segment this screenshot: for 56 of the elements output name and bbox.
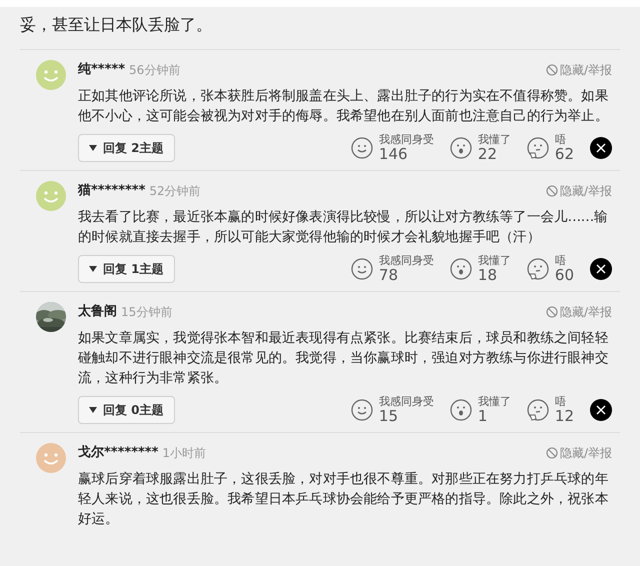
dropdown-triangle-icon [89,145,97,151]
smile-face-icon [350,258,373,280]
x-logo-icon [596,405,606,415]
reaction-count: 62 [554,147,574,162]
surprised-face-icon [450,399,472,421]
reaction-label[interactable]: 唔 [554,134,574,145]
reaction-label[interactable]: 我懂了 [478,396,511,407]
reaction-label[interactable]: 我感同身受 [378,255,434,266]
reaction-label[interactable]: 我懂了 [478,255,511,266]
block-icon [546,64,558,76]
reaction-count: 1 [478,409,488,424]
x-share-button[interactable] [590,258,612,280]
username[interactable]: 太鲁阁 [78,302,117,322]
comment-text: 赢球后穿着球服露出肚子，这很丢脸，对对手也很不尊重。对那些正在努力打乒乓球的年轻人来说，这也很丢脸。我希望日本乒乓球协会能给予更严格的指导。除此之外，祝张本好运。 [78,470,610,529]
username[interactable]: 戈尔******** [78,443,158,463]
comment-time: 1小时前 [162,445,206,462]
reaction-label[interactable]: 唔 [554,396,574,407]
smile-face-icon [350,137,373,159]
comment-text: 我去看了比赛，最近张本赢的时候好像表演得比较慢，所以让对方教练等了一会儿……输的时候就直接去握手，所以可能大家觉得他输的时候才会礼貌地握手吧（汗） [78,208,608,247]
reply-button[interactable]: 回复 2主题 [78,134,175,162]
smile-face-icon [350,399,373,421]
username[interactable]: 纯***** [78,60,125,80]
comment-time: 56分钟前 [129,62,180,79]
comment-time: 15分钟前 [121,304,172,321]
username[interactable]: 猫******** [78,181,146,201]
reaction-count: 78 [378,268,399,283]
comment-text: 正如其他评论所说，张本获胜后将制服盖在头上、露出肚子的行为实在不值得称赞。如果他不小心，这可能会被视为对对手的侮辱。我希望他在别人面前也注意自己的行为举止。 [78,87,610,126]
thinking-face-icon [526,137,549,159]
reaction-label[interactable]: 我感同身受 [378,396,434,407]
dropdown-triangle-icon [89,407,97,413]
reply-button[interactable]: 回复 0主题 [78,396,175,424]
block-icon [546,447,558,459]
reaction-label[interactable]: 唔 [554,255,574,266]
x-logo-icon [596,264,606,274]
x-share-button[interactable] [590,137,612,159]
x-share-button[interactable] [590,399,612,421]
reaction-count: 18 [478,268,498,283]
surprised-face-icon [450,258,472,280]
x-logo-icon [596,143,606,153]
thinking-face-icon [526,258,549,280]
thinking-face-icon [526,399,549,421]
reaction-count: 22 [478,147,498,162]
block-icon [546,185,558,197]
reaction-count: 146 [378,147,409,162]
surprised-face-icon [450,137,472,159]
reaction-label[interactable]: 我懂了 [478,134,511,145]
reaction-count: 12 [554,409,574,424]
comment-text: 如果文章属实，我觉得张本智和最近表现得有点紧张。比赛结束后，球员和教练之间轻轻碰触却不进行眼神交流是很常见的。我觉得，当你赢球时，强迫对方教练与你进行眼神交流，这种行为非常紧张。 [78,329,610,388]
reply-button[interactable]: 回复 1主题 [78,255,175,283]
reaction-count: 60 [554,268,574,283]
article-sentence: 妥，甚至让日本队丢脸了。 [19,14,213,36]
dropdown-triangle-icon [89,266,97,272]
reaction-count: 15 [378,409,399,424]
reaction-label[interactable]: 我感同身受 [378,134,434,145]
block-icon [546,306,558,318]
comment-time: 52分钟前 [149,183,201,200]
